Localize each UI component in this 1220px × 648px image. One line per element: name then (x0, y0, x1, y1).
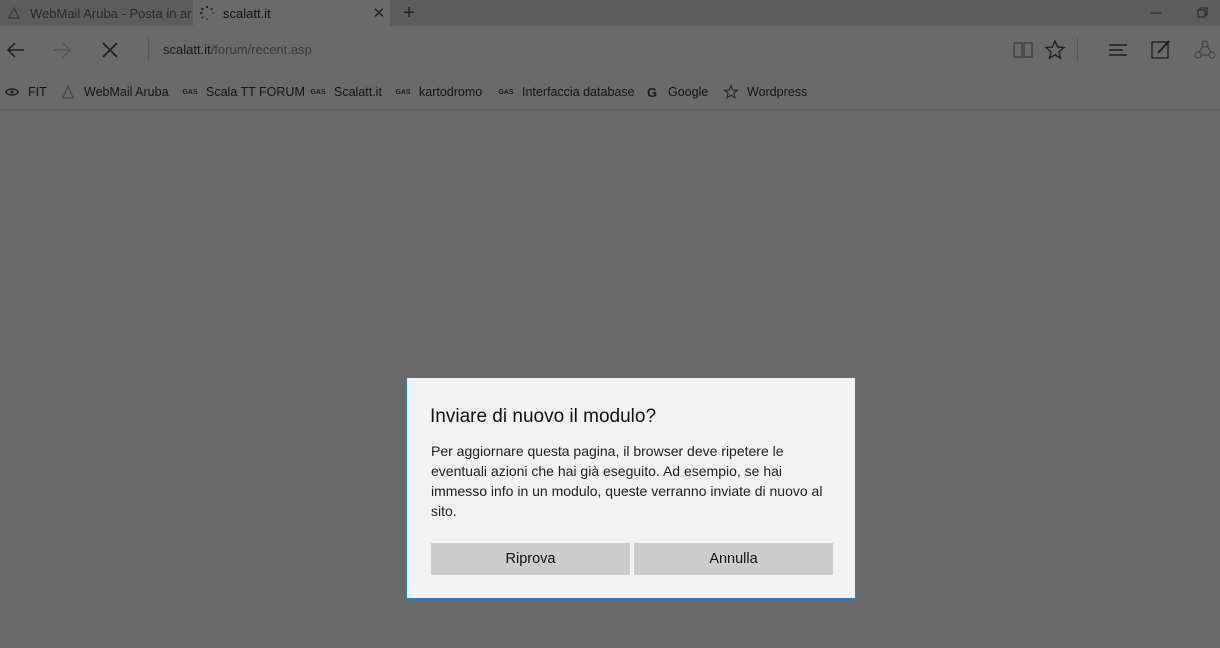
address-host: scalatt.it (163, 42, 211, 57)
favorite-star-icon[interactable] (1043, 38, 1067, 62)
gas-logo-icon: GAS (498, 88, 514, 96)
dialog-message: Per aggiornare questa pagina, il browser… (431, 443, 823, 519)
favorite-label: FIT (28, 85, 47, 99)
star-icon (723, 84, 739, 100)
dialog-title: Inviare di nuovo il modulo? (430, 406, 657, 427)
favorite-label: Wordpress (747, 85, 808, 99)
gas-logo-icon: GAS (182, 88, 198, 96)
favorite-label: Scalatt.it (334, 85, 382, 99)
favorite-label: WebMail Aruba (84, 85, 169, 99)
favorite-scala-tt-forum[interactable]: GAS Scala TT FORUM (182, 83, 305, 101)
tab-webmail-aruba[interactable]: WebMail Aruba - Posta in ar (0, 0, 192, 26)
share-icon[interactable] (1193, 38, 1217, 62)
favorite-webmail-aruba[interactable]: WebMail Aruba (60, 83, 169, 101)
favorite-interfaccia-database[interactable]: GAS Interfaccia database (498, 83, 635, 101)
favorite-label: Google (668, 85, 709, 99)
favorite-wordpress[interactable]: Wordpress (723, 83, 807, 101)
tab-scalatt[interactable]: scalatt.it ✕ (193, 0, 390, 26)
favorite-label: Scala TT FORUM (206, 85, 305, 99)
close-tab-icon[interactable]: ✕ (368, 4, 390, 22)
toolbar-divider (1077, 38, 1078, 62)
address-divider (148, 38, 149, 62)
reading-view-icon[interactable] (1011, 38, 1035, 62)
favorite-scalatt[interactable]: GAS Scalatt.it (310, 83, 382, 101)
hub-icon[interactable] (1106, 38, 1130, 62)
loading-spinner-icon (199, 5, 215, 21)
tab-title: scalatt.it (223, 5, 271, 21)
aruba-favicon-icon (6, 5, 22, 21)
address-bar[interactable]: scalatt.it/forum/recent.asp (163, 42, 312, 57)
tab-strip: WebMail Aruba - Posta in ar scalatt.it ✕… (0, 0, 1220, 26)
gas-logo-icon: GAS (310, 88, 326, 96)
minimize-icon[interactable] (1146, 3, 1166, 23)
cancel-button[interactable]: Annulla (634, 543, 833, 575)
gas-logo-icon: GAS (395, 88, 411, 96)
favorite-label: kartodromo (419, 85, 483, 99)
google-logo-icon: G (646, 84, 658, 100)
favorite-fit[interactable]: FIT (4, 83, 47, 101)
restore-window-icon[interactable] (1192, 3, 1212, 23)
retry-button[interactable]: Riprova (431, 543, 630, 575)
favorite-google[interactable]: G Google (644, 83, 708, 101)
back-arrow-icon[interactable] (4, 38, 28, 62)
web-note-icon[interactable] (1149, 38, 1173, 62)
new-tab-button[interactable]: + (398, 1, 420, 25)
fit-logo-icon (4, 84, 20, 100)
forward-arrow-icon[interactable] (50, 38, 74, 62)
tab-title: WebMail Aruba - Posta in ar (30, 5, 192, 21)
navigation-bar: scalatt.it/forum/recent.asp (0, 26, 1220, 74)
address-path: /forum/recent.asp (210, 42, 312, 57)
resubmit-form-dialog: Inviare di nuovo il modulo? Per aggiorna… (406, 377, 856, 599)
favorite-kartodromo[interactable]: GAS kartodromo (395, 83, 482, 101)
stop-loading-icon[interactable] (98, 38, 122, 62)
aruba-logo-icon (60, 84, 76, 100)
favorites-bar: FIT WebMail Aruba GAS Scala TT FORUM GAS… (0, 74, 1220, 110)
favorite-label: Interfaccia database (522, 85, 635, 99)
